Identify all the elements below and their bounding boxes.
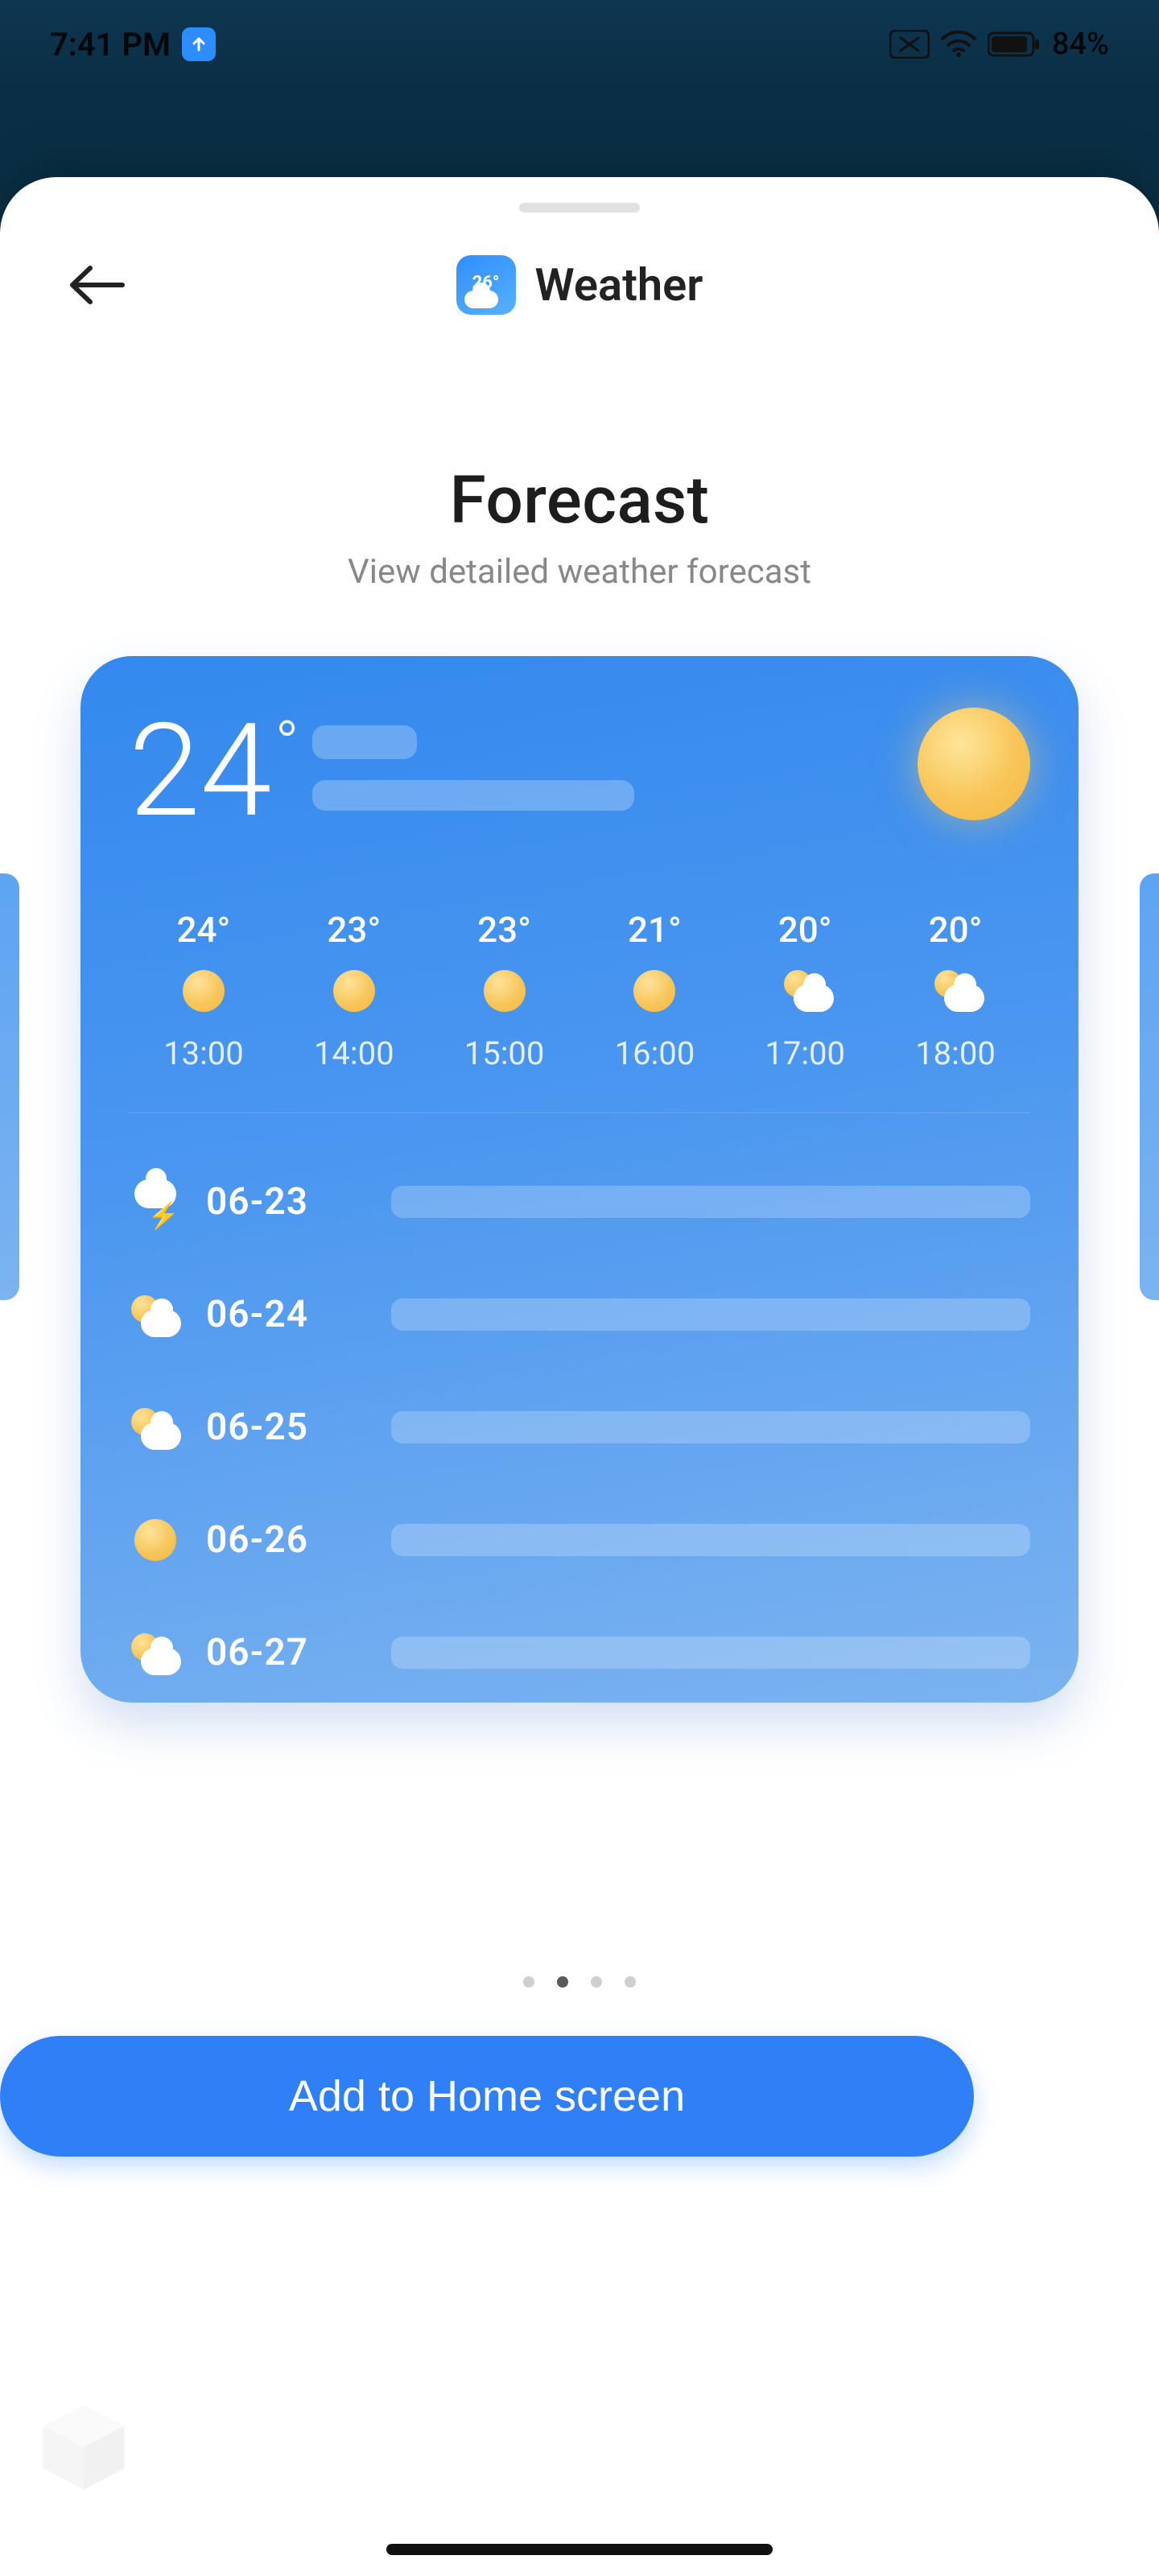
home-indicator[interactable] (386, 2544, 773, 2555)
hour-time: 14:00 (283, 1034, 426, 1072)
day-row: 06-26 (129, 1484, 1030, 1596)
hour-time: 16:00 (583, 1034, 726, 1072)
sheet-header: 26° Weather (0, 213, 1159, 357)
hour-temp: 20° (884, 909, 1027, 951)
temp-range-bar (391, 1298, 1030, 1331)
hour-temp: 23° (433, 909, 576, 951)
hour-slot: 23° 14:00 (283, 909, 426, 1072)
day-date: 06-27 (206, 1631, 367, 1674)
daily-forecast: ⚡ 06-23 06-24 06-25 06-26 06-27 (129, 1146, 1030, 1709)
add-to-home-button[interactable]: Add to Home screen (0, 2036, 974, 2157)
hourly-forecast: 24° 13:00 23° 14:00 23° 15:00 21° 16:00 20° 17:00… (129, 909, 1030, 1113)
prev-widget-peek[interactable] (0, 873, 19, 1300)
temp-range-bar (391, 1637, 1030, 1669)
widget-picker-sheet: 26° Weather Forecast View detailed weath… (0, 177, 1159, 2576)
day-row: 06-27 (129, 1596, 1030, 1709)
page-indicator (0, 1976, 1159, 1988)
sun-icon (918, 708, 1030, 820)
day-row: 06-24 (129, 1258, 1030, 1371)
partly-cloudy-icon (130, 1633, 181, 1675)
next-widget-peek[interactable] (1140, 873, 1159, 1300)
sheet-title: Weather (535, 258, 703, 312)
battery-percent: 84% (1052, 27, 1109, 62)
hour-temp: 24° (132, 909, 275, 951)
hour-time: 17:00 (733, 1034, 876, 1072)
sun-icon (183, 970, 225, 1012)
widget-name: Forecast (0, 462, 1159, 539)
upload-indicator-icon (182, 27, 216, 61)
hour-time: 18:00 (884, 1034, 1027, 1072)
hour-time: 15:00 (433, 1034, 576, 1072)
status-bar: 7:41 PM 84% (0, 0, 1159, 89)
day-date: 06-26 (206, 1518, 367, 1562)
partly-cloudy-icon (782, 970, 834, 1012)
day-row: 06-25 (129, 1371, 1030, 1484)
sun-icon (333, 970, 375, 1012)
storm-icon: ⚡ (130, 1179, 181, 1224)
day-row: ⚡ 06-23 (129, 1146, 1030, 1258)
widget-preview-carousel[interactable]: 24° 24° 13:00 23° 14:00 23° 15:00 21° 16:00 20° 1… (0, 656, 1159, 1703)
forecast-widget-preview: 24° 24° 13:00 23° 14:00 23° 15:00 21° 16:00 20° 1… (80, 656, 1079, 1703)
temp-range-bar (391, 1524, 1030, 1556)
wifi-icon (941, 31, 976, 58)
hour-temp: 23° (283, 909, 426, 951)
sun-icon (633, 970, 675, 1012)
hour-temp: 21° (583, 909, 726, 951)
sheet-grabber[interactable] (519, 203, 640, 213)
location-placeholder (312, 725, 634, 836)
hour-slot: 24° 13:00 (132, 909, 275, 1072)
pager-dot[interactable] (591, 1976, 602, 1988)
watermark-icon (35, 2399, 132, 2496)
day-date: 06-25 (206, 1406, 367, 1449)
hour-slot: 23° 15:00 (433, 909, 576, 1072)
widget-hero: Forecast View detailed weather forecast (0, 462, 1159, 592)
sun-icon (134, 1519, 176, 1561)
partly-cloudy-icon (933, 970, 984, 1012)
hour-slot: 20° 17:00 (733, 909, 876, 1072)
battery-icon (988, 31, 1041, 58)
pager-dot[interactable] (625, 1976, 636, 1988)
weather-app-icon: 26° (456, 255, 516, 315)
widget-description: View detailed weather forecast (0, 552, 1159, 592)
partly-cloudy-icon (130, 1408, 181, 1450)
back-button[interactable] (64, 253, 129, 317)
partly-cloudy-icon (130, 1295, 181, 1337)
hour-slot: 21° 16:00 (583, 909, 726, 1072)
current-temp: 24° (129, 708, 299, 836)
sun-icon (484, 970, 526, 1012)
hour-slot: 20° 18:00 (884, 909, 1027, 1072)
hour-time: 13:00 (132, 1034, 275, 1072)
temp-range-bar (391, 1411, 1030, 1443)
day-date: 06-24 (206, 1293, 367, 1336)
status-time: 7:41 PM (50, 26, 171, 64)
temp-range-bar (391, 1186, 1030, 1218)
day-date: 06-23 (206, 1180, 367, 1224)
hour-temp: 20° (733, 909, 876, 951)
pager-dot[interactable] (557, 1976, 568, 1988)
pager-dot[interactable] (523, 1976, 534, 1988)
sim-card-icon (889, 30, 930, 59)
